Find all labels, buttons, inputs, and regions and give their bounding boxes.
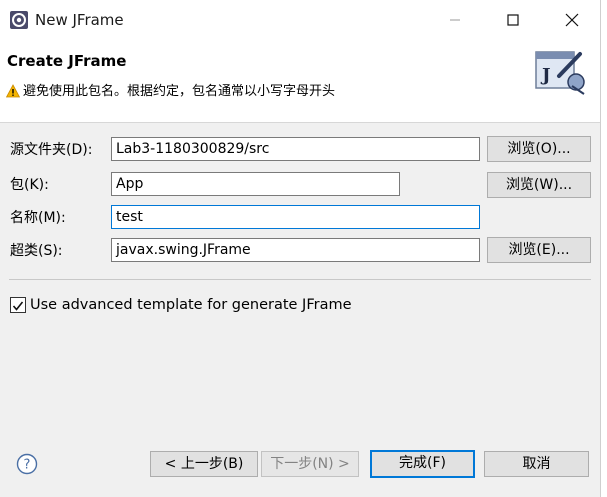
- browse-source-folder-button[interactable]: 浏览(O)...: [487, 136, 591, 162]
- close-button[interactable]: [549, 0, 595, 40]
- warning-message: 避免使用此包名。根据约定，包名通常以小写字母开头: [23, 84, 336, 99]
- superclass-field[interactable]: javax.swing.JFrame: [111, 238, 480, 262]
- package-label: 包(K):: [10, 177, 49, 193]
- name-label: 名称(M):: [10, 210, 66, 226]
- svg-text:J: J: [540, 65, 551, 86]
- help-icon[interactable]: ?: [16, 453, 38, 475]
- source-folder-field[interactable]: Lab3-1180300829/src: [111, 137, 480, 161]
- minimize-button[interactable]: [432, 0, 478, 40]
- advanced-template-label[interactable]: Use advanced template for generate JFram…: [30, 296, 352, 314]
- svg-text:?: ?: [24, 458, 31, 473]
- jframe-wizard-icon: J: [535, 51, 585, 95]
- window-title: New JFrame: [35, 11, 124, 29]
- source-folder-label: 源文件夹(D):: [10, 142, 93, 158]
- wizard-body: [0, 123, 600, 420]
- finish-button[interactable]: 完成(F): [370, 450, 475, 478]
- minimize-icon: [450, 19, 460, 21]
- back-button[interactable]: < 上一步(B): [150, 451, 258, 477]
- cancel-button[interactable]: 取消: [484, 451, 589, 477]
- eclipse-gear-icon: [10, 11, 28, 29]
- wizard-header: Create JFrame 避免使用此包名。根据约定，包名通常以小写字母开头 J: [0, 40, 600, 123]
- name-field[interactable]: test: [111, 205, 480, 229]
- browse-package-button[interactable]: 浏览(W)...: [487, 172, 591, 198]
- maximize-icon: [507, 14, 519, 26]
- superclass-label: 超类(S):: [10, 243, 63, 259]
- close-icon: [565, 13, 579, 27]
- wizard-title: Create JFrame: [7, 52, 127, 70]
- browse-superclass-button[interactable]: 浏览(E)...: [487, 237, 591, 263]
- checkmark-icon: [12, 301, 24, 311]
- form-separator: [9, 279, 591, 280]
- background-window-edge: [600, 0, 607, 497]
- maximize-button[interactable]: [490, 0, 536, 40]
- warning-triangle-icon: [6, 84, 20, 98]
- package-field[interactable]: App: [111, 172, 400, 196]
- next-button[interactable]: 下一步(N) >: [261, 451, 359, 477]
- window-titlebar[interactable]: New JFrame: [0, 0, 600, 40]
- advanced-template-checkbox[interactable]: [10, 297, 26, 313]
